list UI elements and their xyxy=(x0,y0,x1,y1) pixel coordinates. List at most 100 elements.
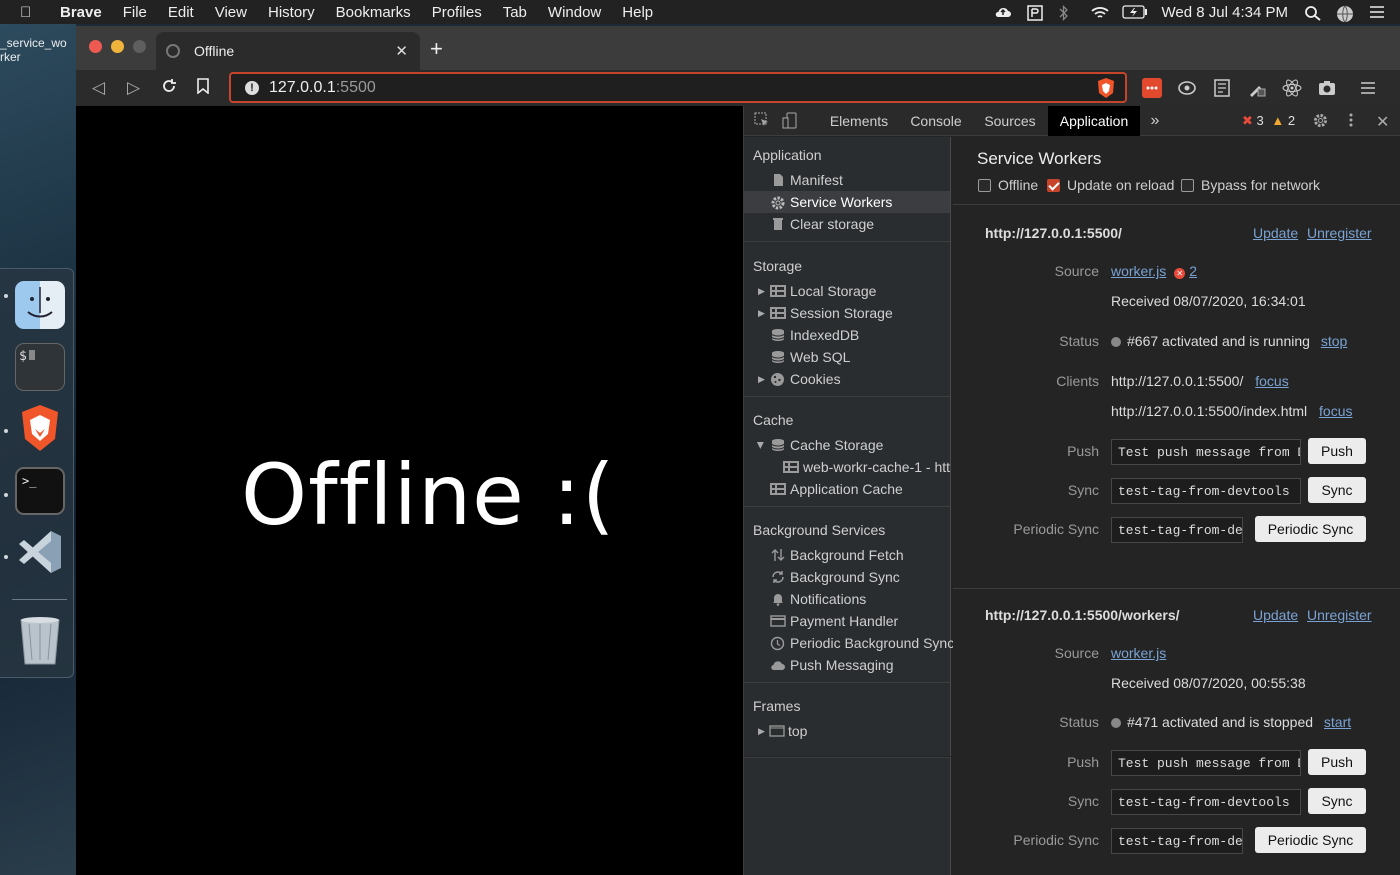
periodic-sync-tag-input[interactable]: test-tag-from-dev xyxy=(1111,517,1243,543)
menu-app-brave[interactable]: Brave xyxy=(60,4,102,21)
iterm-icon[interactable]: >_ xyxy=(15,467,65,515)
sidebar-item-clear-storage[interactable]: Clear storage xyxy=(744,213,950,235)
bypass-for-network-checkbox[interactable]: Bypass for network xyxy=(1181,177,1320,193)
devtools-menu-icon[interactable] xyxy=(1348,112,1354,132)
settings-gear-icon[interactable] xyxy=(1312,112,1329,133)
menu-view[interactable]: View xyxy=(215,4,247,21)
menu-bookmarks[interactable]: Bookmarks xyxy=(336,4,411,21)
sidebar-item-periodic-background-sync[interactable]: Periodic Background Sync xyxy=(744,632,954,654)
sync-tag-input[interactable]: test-tag-from-devtools xyxy=(1111,478,1301,504)
sidebar-item-application-cache[interactable]: Application Cache xyxy=(744,478,950,500)
push-button[interactable]: Push xyxy=(1308,749,1366,775)
expand-arrow-icon[interactable]: ▶ xyxy=(758,374,765,385)
menu-profiles[interactable]: Profiles xyxy=(432,4,482,21)
sidebar-item-cache-storage[interactable]: ▶ Cache Storage xyxy=(744,434,950,456)
spotlight-search-icon[interactable] xyxy=(1304,5,1322,21)
sidebar-item-background-fetch[interactable]: Background Fetch xyxy=(744,544,950,566)
trash-icon[interactable] xyxy=(15,614,65,665)
desktop-file-label[interactable]: _service_wo rker xyxy=(0,36,67,64)
collapse-arrow-icon[interactable]: ▶ xyxy=(755,442,766,449)
devtools-close-icon[interactable]: ✕ xyxy=(1376,112,1389,132)
vscode-icon[interactable] xyxy=(15,527,65,575)
brave-shields-icon[interactable] xyxy=(1094,76,1118,100)
device-toolbar-icon[interactable] xyxy=(782,112,798,134)
push-message-input[interactable]: Test push message from De xyxy=(1111,439,1301,465)
window-minimize-button[interactable] xyxy=(111,40,124,53)
unregister-link[interactable]: Unregister xyxy=(1307,607,1372,623)
inspect-element-icon[interactable] xyxy=(754,112,770,132)
update-on-reload-checkbox[interactable]: Update on reload xyxy=(1047,177,1174,193)
extension-react-devtools-icon[interactable] xyxy=(1282,78,1302,98)
sidebar-item-session-storage[interactable]: ▶ Session Storage xyxy=(744,302,950,324)
offline-checkbox[interactable]: Offline xyxy=(978,177,1038,193)
expand-arrow-icon[interactable]: ▶ xyxy=(758,726,765,737)
sidebar-item-payment-handler[interactable]: Payment Handler xyxy=(744,610,950,632)
sidebar-item-notifications[interactable]: Notifications xyxy=(744,588,950,610)
extension-eyedropper-icon[interactable] xyxy=(1247,78,1267,98)
unregister-link[interactable]: Unregister xyxy=(1307,225,1372,241)
update-link[interactable]: Update xyxy=(1253,225,1298,241)
start-link[interactable]: start xyxy=(1324,714,1351,730)
checkbox-unchecked[interactable] xyxy=(1181,178,1194,192)
sync-button[interactable]: Sync xyxy=(1308,788,1366,814)
forward-button-icon[interactable]: ▷ xyxy=(127,78,140,98)
notification-center-icon[interactable] xyxy=(1368,5,1386,19)
window-close-button[interactable] xyxy=(89,40,102,53)
sidebar-item-cache-entry[interactable]: web-workr-cache-1 - http: xyxy=(744,456,950,478)
pocket-icon[interactable] xyxy=(1026,5,1044,21)
address-bar[interactable]: ! 127.0.0.1:5500 xyxy=(229,72,1127,103)
sidebar-item-frame-top[interactable]: ▶ top xyxy=(744,720,950,742)
sidebar-item-cookies[interactable]: ▶ Cookies xyxy=(744,368,950,390)
menu-history[interactable]: History xyxy=(268,4,315,21)
source-file-link[interactable]: worker.js xyxy=(1111,645,1166,661)
expand-arrow-icon[interactable]: ▶ xyxy=(758,308,765,319)
bluetooth-icon[interactable] xyxy=(1058,4,1076,22)
tab-console[interactable]: Console xyxy=(900,106,972,136)
sidebar-item-service-workers[interactable]: Service Workers xyxy=(744,191,950,213)
menu-edit[interactable]: Edit xyxy=(168,4,194,21)
periodic-sync-tag-input[interactable]: test-tag-from-dev xyxy=(1111,828,1243,854)
back-button-icon[interactable]: ◁ xyxy=(92,78,105,98)
tab-elements[interactable]: Elements xyxy=(820,106,898,136)
cloud-upload-icon[interactable] xyxy=(994,5,1012,19)
sidebar-item-background-sync[interactable]: Background Sync xyxy=(744,566,950,588)
focus-link[interactable]: focus xyxy=(1319,403,1352,419)
brave-icon[interactable] xyxy=(15,403,65,451)
menubar-clock[interactable]: Wed 8 Jul 4:34 PM xyxy=(1162,4,1288,21)
source-error-count[interactable]: 2 xyxy=(1189,263,1197,279)
sidebar-item-push-messaging[interactable]: Push Messaging xyxy=(744,654,950,676)
sidebar-item-web-sql[interactable]: Web SQL xyxy=(744,346,950,368)
menu-help[interactable]: Help xyxy=(622,4,653,21)
terminal-icon[interactable]: $ xyxy=(15,343,65,391)
site-info-icon[interactable]: ! xyxy=(245,80,259,95)
bookmark-icon[interactable] xyxy=(197,78,209,99)
extension-lastpass-icon[interactable] xyxy=(1142,78,1162,98)
new-tab-button[interactable]: + xyxy=(430,36,443,62)
push-button[interactable]: Push xyxy=(1308,438,1366,464)
sidebar-item-local-storage[interactable]: ▶ Local Storage xyxy=(744,280,950,302)
sync-tag-input[interactable]: test-tag-from-devtools xyxy=(1111,789,1301,815)
stop-link[interactable]: stop xyxy=(1321,333,1347,349)
periodic-sync-button[interactable]: Periodic Sync xyxy=(1255,827,1366,853)
checkbox-unchecked[interactable] xyxy=(978,178,991,192)
browser-tab[interactable]: Offline ✕ xyxy=(156,32,420,70)
wifi-icon[interactable] xyxy=(1090,5,1109,19)
window-zoom-button[interactable] xyxy=(133,40,146,53)
sidebar-item-manifest[interactable]: Manifest xyxy=(744,169,950,191)
expand-arrow-icon[interactable]: ▶ xyxy=(758,286,765,297)
menu-window[interactable]: Window xyxy=(548,4,601,21)
finder-icon[interactable] xyxy=(15,281,65,329)
console-counts[interactable]: ✖ 3 ▲ 2 xyxy=(1242,113,1295,129)
menu-file[interactable]: File xyxy=(123,4,147,21)
tab-application[interactable]: Application xyxy=(1048,106,1140,136)
extension-reader-icon[interactable] xyxy=(1212,78,1232,98)
push-message-input[interactable]: Test push message from De xyxy=(1111,750,1301,776)
reload-icon[interactable] xyxy=(161,78,177,99)
sync-button[interactable]: Sync xyxy=(1308,477,1366,503)
more-tabs-icon[interactable]: » xyxy=(1146,106,1164,136)
extension-vue-devtools-icon[interactable] xyxy=(1177,78,1197,98)
checkbox-checked[interactable] xyxy=(1047,178,1060,192)
battery-icon[interactable] xyxy=(1121,5,1148,19)
periodic-sync-button[interactable]: Periodic Sync xyxy=(1255,516,1366,542)
tab-close-icon[interactable]: ✕ xyxy=(395,42,408,60)
